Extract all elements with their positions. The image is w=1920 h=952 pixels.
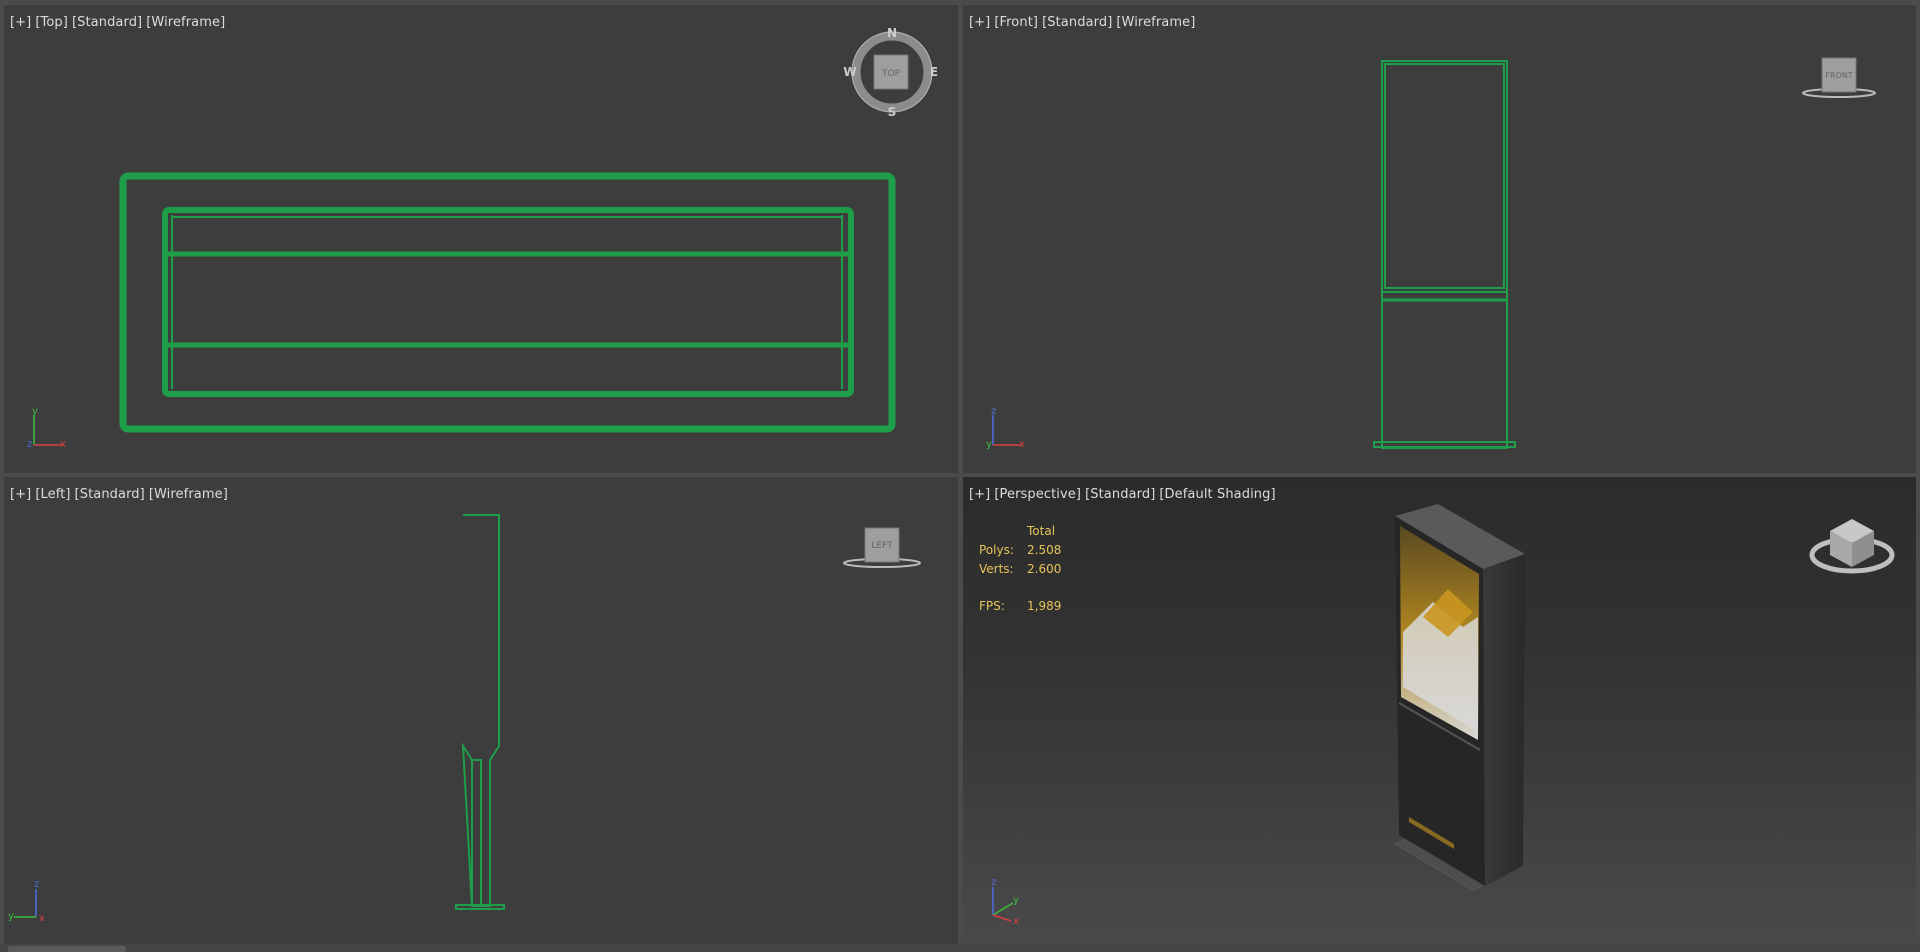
viewport-top[interactable]: [+] [Top] [Standard] [Wireframe] TOP N S E … (4, 5, 958, 473)
scroll-tab[interactable] (8, 946, 126, 952)
svg-text:z: z (991, 877, 996, 888)
viewcube[interactable]: LEFT (842, 520, 922, 580)
viewcube[interactable]: FRONT (1799, 50, 1879, 110)
viewport-left[interactable]: [+] [Left] [Standard] [Wireframe] LEFT z y … (4, 477, 958, 944)
compass-e: E (930, 65, 938, 79)
body-outline (162, 207, 854, 397)
compass-n: N (887, 26, 897, 40)
svg-text:x: x (1013, 916, 1019, 925)
axis-tripod: z x y (986, 406, 1025, 450)
compass-w: W (843, 65, 856, 79)
viewcube[interactable] (1808, 507, 1898, 587)
compass-s: S (888, 105, 897, 119)
axis-tripod: z y x (991, 877, 1019, 925)
cube-face-label: FRONT (1825, 71, 1852, 80)
side-profile (461, 514, 500, 907)
viewcube[interactable]: TOP N S E W (842, 23, 942, 123)
svg-text:z: z (27, 439, 32, 450)
svg-text:x: x (60, 439, 66, 450)
svg-text:y: y (8, 911, 14, 922)
axis-tripod: z y x (8, 879, 45, 924)
kiosk-model[interactable] (963, 477, 1916, 944)
base-outline (1373, 441, 1516, 448)
svg-text:z: z (991, 406, 996, 417)
svg-text:x: x (1019, 439, 1025, 450)
status-strip (0, 944, 1920, 952)
svg-text:y: y (32, 406, 38, 417)
right-side (1483, 554, 1525, 886)
svg-text:z: z (34, 879, 39, 890)
viewport-perspective[interactable]: [+] [Perspective] [Standard] [Default Shadi… (963, 477, 1916, 944)
left-wireframe[interactable] (4, 477, 958, 944)
svg-text:y: y (986, 439, 992, 450)
screen-outline (1384, 63, 1505, 289)
axis-tripod: y x z (27, 406, 66, 450)
svg-text:x: x (39, 913, 45, 924)
cube-face-label: TOP (881, 69, 901, 79)
svg-text:y: y (1013, 895, 1019, 906)
body-outline (1381, 60, 1508, 449)
viewport-front[interactable]: [+] [Front] [Standard] [Wireframe] FRONT z … (963, 5, 1916, 473)
cube-face-label: LEFT (871, 541, 893, 551)
front-wireframe[interactable] (963, 5, 1916, 473)
top-wireframe[interactable] (4, 5, 958, 473)
